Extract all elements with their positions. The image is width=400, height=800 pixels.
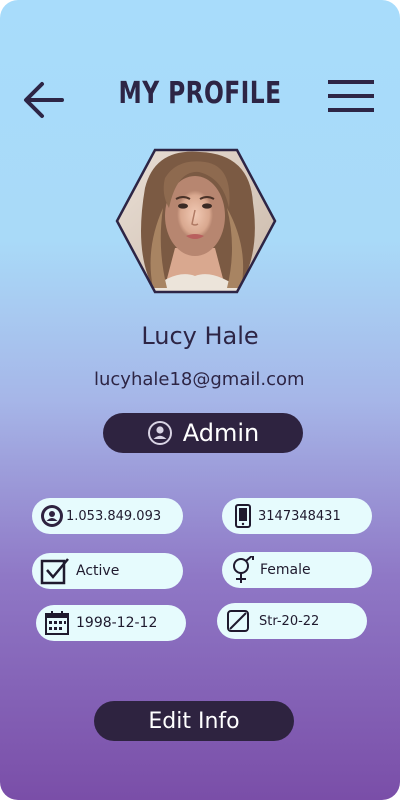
- phone-chip: 3147348431: [222, 498, 372, 534]
- birth-date-value: 1998-12-12: [76, 615, 158, 631]
- gender-chip: Female: [222, 552, 372, 588]
- profile-email: lucyhale18@gmail.com: [94, 369, 305, 390]
- avatar: [115, 148, 277, 294]
- female-symbol-icon: [233, 556, 254, 583]
- hamburger-menu-icon: [328, 80, 374, 112]
- phone-value: 3147348431: [258, 508, 341, 524]
- id-number-chip: 1.053.849.093: [32, 498, 183, 534]
- profile-name: Lucy Hale: [141, 322, 259, 350]
- role-badge: Admin: [103, 413, 303, 453]
- user-circle-icon: [147, 421, 172, 445]
- page-title: MY PROFILE: [118, 76, 282, 111]
- id-number-value: 1.053.849.093: [66, 508, 162, 524]
- calendar-icon: [45, 611, 69, 635]
- address-value: Str-20-22: [259, 613, 320, 629]
- address-chip: Str-20-22: [217, 603, 367, 639]
- checkbox-icon: [40, 558, 69, 585]
- phone-icon: [235, 504, 251, 528]
- map-icon: [227, 610, 249, 632]
- birth-date-chip: 1998-12-12: [36, 605, 186, 641]
- menu-button[interactable]: [328, 78, 374, 114]
- id-card-user-icon: [41, 505, 63, 527]
- role-label: Admin: [182, 419, 260, 447]
- status-chip: Active: [32, 553, 183, 589]
- edit-info-button[interactable]: Edit Info: [94, 701, 294, 741]
- profile-screen: MY PROFILE Lucy Hale lucyhale18@gmail.co…: [0, 0, 400, 800]
- status-value: Active: [76, 563, 120, 579]
- gender-value: Female: [260, 562, 311, 578]
